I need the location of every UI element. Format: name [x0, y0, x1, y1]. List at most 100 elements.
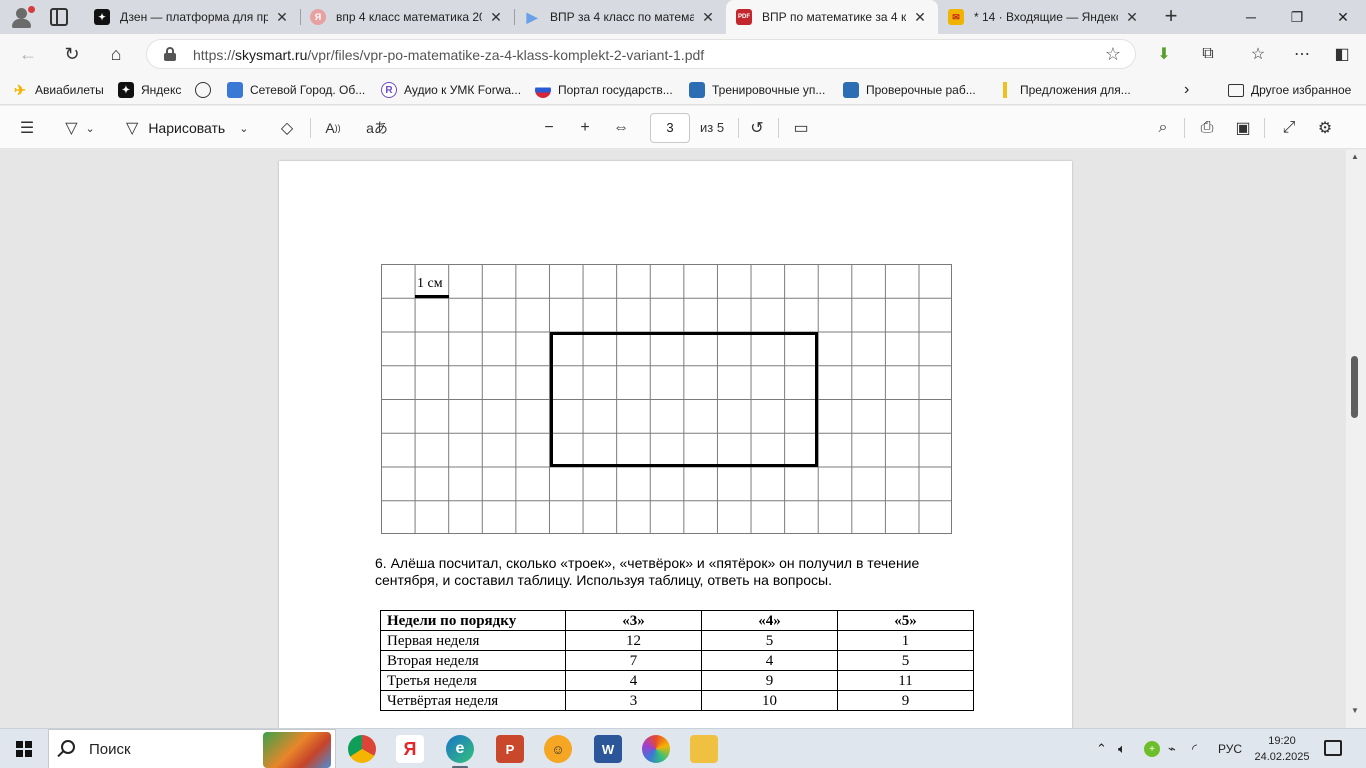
game-icon[interactable]: ☺ [544, 735, 572, 763]
contents-icon[interactable]: ☰ [16, 117, 38, 139]
file-explorer-icon[interactable] [690, 735, 718, 763]
print-icon[interactable]: ⎙ [1196, 117, 1218, 139]
tab-dzen[interactable]: ✦ Дзен — платформа для про ✕ [84, 0, 300, 34]
tab-actions-icon[interactable] [50, 8, 68, 26]
update-icon[interactable]: + [1144, 741, 1160, 757]
table-cell: 1 [837, 630, 974, 651]
tab-mail[interactable]: ✉ * 14 · Входящие — Яндекс П ✕ [938, 0, 1150, 34]
read-aloud-icon[interactable]: A)) [322, 117, 344, 139]
eraser-icon[interactable]: ◇ [276, 117, 298, 139]
zoom-out-icon[interactable]: − [538, 117, 560, 139]
scroll-down-icon[interactable]: ▼ [1351, 706, 1359, 715]
table-row: Четвёртая неделя 3 10 9 [380, 690, 974, 711]
bookmark-aviabilety[interactable]: ✈ Авиабилеты [12, 81, 104, 99]
word-icon[interactable]: W [594, 735, 622, 763]
favorites-icon[interactable]: ☆ [1246, 42, 1270, 66]
table-row: Вторая неделя 7 4 5 [380, 650, 974, 671]
scroll-up-icon[interactable]: ▲ [1351, 152, 1359, 161]
chevron-right-icon[interactable]: › [1184, 81, 1189, 99]
close-window-icon[interactable]: ✕ [1320, 0, 1366, 34]
windows-start-icon[interactable] [16, 741, 32, 757]
clock[interactable]: 19:20 24.02.2025 [1254, 733, 1310, 765]
download-extension-icon[interactable]: ⬇ [1152, 42, 1176, 66]
profile-icon[interactable] [10, 6, 35, 28]
gosuslugi-icon [535, 82, 551, 98]
extensions-icon[interactable]: ⧉ [1196, 42, 1220, 66]
restore-icon[interactable]: ❐ [1274, 0, 1320, 34]
search-icon[interactable]: ⌕ [1152, 117, 1174, 139]
new-tab-icon[interactable]: + [1160, 5, 1182, 28]
chrome-icon[interactable] [348, 735, 376, 763]
close-icon[interactable]: ✕ [488, 9, 504, 26]
bookmark-setevoy-gorod[interactable]: Сетевой Город. Об... [227, 81, 365, 99]
pdf-toolbar: ☰ ▽ ⌄ ▽ Нарисовать ⌄ ◇ A)) aあ − + ⇔ 3 из… [0, 106, 1366, 149]
bookmark-gosuslugi[interactable]: Портал государств... [535, 81, 673, 99]
powerpoint-icon[interactable]: P [496, 735, 524, 763]
tab-title: Дзен — платформа для про [120, 10, 268, 24]
save-icon[interactable]: ▣ [1232, 117, 1254, 139]
bookmark-yandex[interactable]: ✦ Яндекс [118, 81, 181, 99]
page-view-icon[interactable]: ▭ [790, 117, 812, 139]
network-icon[interactable]: ◜ [1192, 739, 1197, 759]
tab-search[interactable]: Я впр 4 класс математика 202 ✕ [300, 0, 514, 34]
pen-icon: ▽ [126, 120, 139, 137]
translate-icon[interactable]: aあ [366, 117, 388, 139]
table-cell: 4 [565, 670, 702, 691]
address-input[interactable]: https://skysmart.ru/vpr/files/vpr-po-mat… [146, 39, 1136, 69]
table-cell: 5 [837, 650, 974, 671]
close-icon[interactable]: ✕ [912, 9, 928, 26]
audio-icon: R [381, 82, 397, 98]
table-cell: 7 [565, 650, 702, 671]
settings-gear-icon[interactable]: ⚙ [1314, 117, 1336, 139]
show-hidden-icons[interactable]: ⌃ [1096, 739, 1107, 759]
rotate-icon[interactable]: ↺ [746, 117, 768, 139]
scrollbar-thumb[interactable] [1351, 356, 1358, 418]
bookmark-trenirovochnye[interactable]: Тренировочные уп... [689, 81, 825, 99]
pdf-page: 1 см 6. Алёша посчитал, сколько «троек»,… [279, 161, 1072, 728]
lock-icon[interactable] [163, 47, 177, 61]
chevron-down-icon: ⌄ [239, 122, 249, 135]
page-number-input[interactable]: 3 [650, 113, 690, 143]
favorite-star-icon[interactable]: ☆ [1105, 44, 1121, 65]
clock-time: 19:20 [1268, 735, 1296, 747]
table-cell: 3 [565, 690, 702, 711]
draw-button[interactable]: ▽ Нарисовать ⌄ [126, 117, 262, 139]
close-icon[interactable]: ✕ [700, 9, 716, 26]
color-app-icon[interactable] [642, 735, 670, 763]
more-icon[interactable]: ⋯ [1290, 42, 1314, 66]
bookmark-globe[interactable] [195, 81, 218, 99]
language-indicator[interactable]: РУС [1218, 739, 1242, 759]
zoom-in-icon[interactable]: + [574, 117, 596, 139]
toolbar-divider [310, 118, 311, 138]
bookmark-proverochnye[interactable]: Проверочные раб... [843, 81, 976, 99]
taskbar-search[interactable]: Поиск [48, 729, 336, 768]
notifications-icon[interactable] [1324, 740, 1342, 756]
bookmark-predlozheniya[interactable]: Предложения для... [997, 81, 1131, 99]
close-icon[interactable]: ✕ [1124, 9, 1140, 26]
yandex-browser-icon[interactable]: Я [396, 735, 424, 763]
search-label: Поиск [89, 741, 131, 758]
refresh-icon[interactable]: ↻ [60, 42, 84, 66]
sidebar-icon[interactable]: ◧ [1330, 42, 1354, 66]
draw-label: Нарисовать [148, 120, 226, 136]
close-icon[interactable]: ✕ [274, 9, 290, 26]
vertical-scrollbar[interactable]: ▲ ▼ [1346, 150, 1366, 728]
fit-page-icon[interactable]: ⇔ [610, 117, 632, 139]
table-cell: Первая неделя [380, 630, 566, 651]
battery-icon[interactable]: ⌁ [1168, 739, 1176, 759]
tab-vpr-video[interactable]: ▶ ВПР за 4 класс по математи ✕ [514, 0, 726, 34]
scale-label: 1 см [417, 276, 443, 291]
pdf-viewer[interactable]: 1 см 6. Алёша посчитал, сколько «троек»,… [0, 150, 1366, 728]
edge-icon[interactable]: e [446, 735, 474, 763]
tab-title: * 14 · Входящие — Яндекс П [974, 10, 1118, 24]
home-icon[interactable]: ⌂ [104, 42, 128, 66]
back-icon[interactable]: ← [16, 42, 40, 66]
bookmark-audio-umk[interactable]: R Аудио к УМК Forwa... [381, 81, 521, 99]
highlight-icon[interactable]: ▽ ⌄ [58, 117, 102, 139]
minimize-icon[interactable]: ─ [1228, 0, 1274, 34]
other-favorites[interactable]: Другое избранное [1228, 81, 1351, 99]
fullscreen-icon[interactable]: ⤢ [1278, 117, 1300, 139]
tab-vpr-pdf[interactable]: PDF ВПР по математике за 4 кла ✕ [726, 0, 938, 34]
volume-icon[interactable]: 🔈︎ [1118, 739, 1126, 759]
globe-icon [195, 82, 211, 98]
